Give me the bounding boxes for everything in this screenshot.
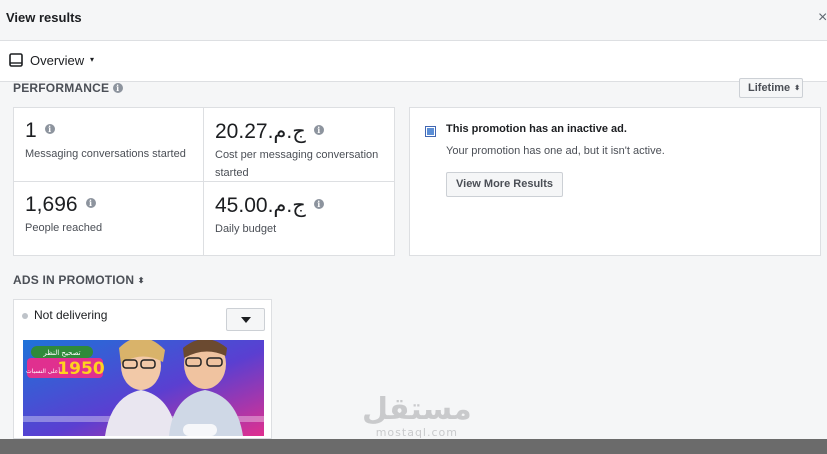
stat-cost-per-conversation: ج.م.20.27 i Cost per messaging conversati… — [215, 119, 385, 182]
tablet-icon — [9, 53, 23, 67]
dialog-title: View results — [6, 10, 82, 25]
notice-title: This promotion has an inactive ad. — [446, 123, 627, 135]
stat-daily-budget: ج.م.45.00 i Daily budget — [215, 193, 324, 238]
overlay-bottom-bar — [0, 439, 827, 454]
stat-label: Daily budget — [215, 223, 277, 235]
thumb-badge-top: تصحيح النظر — [42, 349, 80, 357]
info-icon[interactable]: i — [313, 199, 324, 209]
stat-label: People reached — [25, 222, 103, 234]
notice-text: Your promotion has one ad, but it isn't … — [446, 145, 665, 157]
stat-value: 1,696 — [25, 193, 78, 216]
ads-in-promotion-heading: ADS IN PROMOTION ⬍ — [13, 273, 145, 287]
notice-square-icon — [425, 126, 436, 137]
caret-down-icon — [241, 317, 251, 323]
watermark: مستقل mostaql.com — [362, 392, 472, 440]
thumb-badge-bottom: أعلى النسبات — [26, 367, 60, 375]
ads-in-promotion-title: ADS IN PROMOTION — [13, 273, 135, 287]
performance-stats-card: 1i Messaging conversations started ج.م.2… — [13, 107, 395, 256]
performance-heading: PERFORMANCE i — [13, 81, 123, 95]
dialog-header: View results × — [0, 0, 827, 41]
stat-value: ج.م.45.00 — [215, 194, 306, 217]
info-icon[interactable]: i — [313, 125, 324, 135]
stat-messaging-conversations: 1i Messaging conversations started — [25, 119, 186, 163]
stat-value: ج.م.20.27 — [215, 120, 306, 143]
watermark-arabic: مستقل — [362, 392, 472, 427]
status-dot-icon — [22, 313, 28, 319]
info-icon[interactable]: i — [85, 198, 96, 208]
date-range-label: Lifetime — [748, 82, 791, 94]
performance-title: PERFORMANCE — [13, 81, 110, 95]
ad-card: Not delivering تصحيح النظر 1950 أعلى الن… — [13, 299, 272, 439]
chevron-down-icon[interactable]: ▾ — [90, 55, 94, 64]
thumb-price: 1950 — [57, 359, 104, 379]
view-more-results-button[interactable]: View More Results — [446, 172, 563, 197]
ad-options-button[interactable] — [226, 308, 265, 331]
view-selector-bar: Overview ▾ — [0, 41, 827, 82]
date-range-select[interactable]: Lifetime ⬍ — [739, 78, 803, 98]
info-icon[interactable]: i — [112, 83, 123, 93]
stat-value: 1 — [25, 119, 37, 142]
sort-arrows-icon: ⬍ — [794, 85, 801, 92]
stat-people-reached: 1,696 i People reached — [25, 193, 102, 237]
overview-dropdown[interactable]: Overview — [30, 53, 84, 68]
stat-label: Messaging conversations started — [25, 148, 186, 160]
close-icon[interactable]: × — [818, 9, 827, 27]
inactive-ad-notice: This promotion has an inactive ad. Your … — [409, 107, 821, 256]
ad-status: Not delivering — [34, 308, 108, 322]
info-icon[interactable]: i — [44, 124, 55, 134]
sort-arrows-icon[interactable]: ⬍ — [138, 276, 145, 285]
ad-thumbnail-image[interactable]: تصحيح النظر 1950 أعلى النسبات — [23, 340, 264, 436]
watermark-latin: mostaql.com — [375, 426, 458, 439]
stat-label: Cost per messaging conversation started — [215, 149, 379, 179]
